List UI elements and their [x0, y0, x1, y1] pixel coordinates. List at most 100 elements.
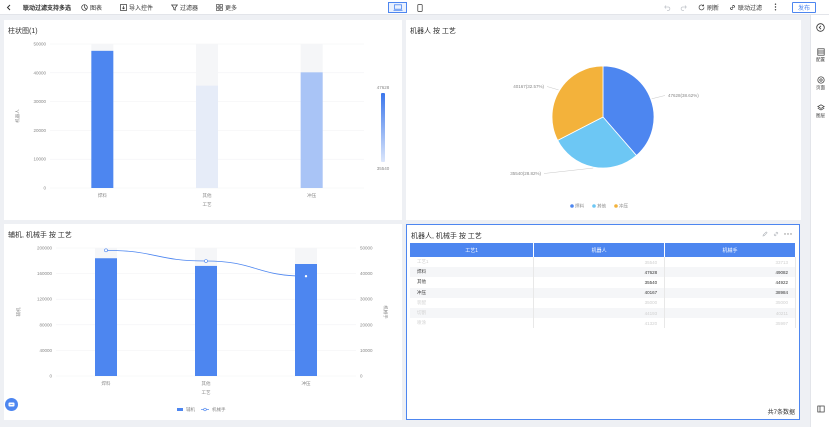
table-cell: 40167	[533, 287, 666, 298]
more-icon[interactable]	[784, 232, 792, 236]
panel-icon	[816, 405, 825, 413]
bar-chart: 0 10000 20000 30000 40000 50000 机器人焊料 其他 冲压工艺 476…	[14, 42, 390, 208]
desktop-view-button[interactable]	[388, 2, 407, 13]
table-cell: 44193	[533, 307, 666, 319]
table-row[interactable]: 工艺1 35540 33713	[410, 257, 796, 268]
sidebar-item-label: 页面	[816, 85, 825, 90]
table-row[interactable]: 喷涂 41320 35997	[410, 318, 796, 329]
filter-label: 过滤器	[180, 5, 199, 12]
table-cell: 35000	[664, 297, 796, 308]
more-button[interactable]: 更多	[216, 0, 237, 15]
y-left-axis-label: 辅机	[15, 307, 22, 316]
filter-button[interactable]: 过滤器	[171, 0, 198, 15]
bar	[195, 265, 217, 376]
import-control-button[interactable]: 导入控件	[120, 0, 153, 15]
x-axis-label: 工艺	[203, 202, 212, 207]
chat-assistant-button[interactable]	[5, 398, 18, 411]
table-row[interactable]: 装配 35000 35000	[410, 297, 796, 308]
table-row[interactable]: 冲压 40167 38984	[410, 287, 796, 298]
vertical-ellipsis-icon	[774, 3, 777, 11]
table-cell: 切割	[410, 307, 535, 319]
dashboard-title: 联动过滤支持多选	[23, 5, 72, 12]
edit-icon[interactable]	[762, 231, 768, 237]
undo-icon	[664, 4, 671, 11]
y-left-tick-label: 0	[49, 374, 52, 379]
y-tick-label: 20000	[33, 128, 46, 133]
x-tick-label: 冲压	[307, 192, 316, 199]
chevron-left-icon	[6, 4, 11, 10]
bar	[91, 50, 114, 188]
redo-icon	[680, 4, 687, 11]
table-header-row: 工艺1 机器人 机械手	[410, 243, 796, 257]
legend-label: 其他	[597, 203, 606, 210]
y-right-tick-label: 30000	[360, 297, 373, 302]
y-tick-label: 30000	[33, 99, 46, 104]
column-header[interactable]: 机械手	[664, 243, 796, 257]
visual-map-max-label: 47628	[377, 85, 390, 90]
chart-menu-label: 图表	[90, 5, 103, 12]
table-row[interactable]: 焊料 47628 49082	[410, 267, 796, 278]
y-right-tick-label: 0	[360, 374, 363, 379]
more-options-button[interactable]	[774, 0, 777, 15]
bar	[95, 258, 117, 376]
legend-label: 机械手	[212, 406, 226, 413]
mobile-icon	[417, 3, 423, 12]
table-cell: 35540	[533, 257, 666, 268]
import-icon	[120, 3, 127, 11]
filter-icon	[171, 4, 178, 11]
table-cell: 41320	[533, 318, 666, 329]
pie-label-line	[651, 95, 666, 100]
collapse-sidebar-button[interactable]	[811, 23, 829, 33]
table-cell: 装配	[410, 297, 535, 308]
visual-map-min-label: 35540	[377, 166, 390, 171]
x-tick-label: 其他	[203, 192, 212, 199]
y-right-tick-label: 10000	[360, 348, 373, 353]
layers-icon	[816, 104, 825, 111]
x-axis-label: 工艺	[202, 390, 211, 395]
arrow-left-circle-icon	[816, 23, 825, 32]
chart-menu-button[interactable]: 图表	[81, 0, 102, 15]
link-icon	[730, 4, 735, 10]
legend-marker	[570, 204, 574, 208]
legend-label: 辅机	[186, 406, 195, 413]
pie-label-line	[546, 86, 559, 91]
sidebar-item-page[interactable]: 页面	[811, 76, 829, 91]
table-row[interactable]: 切割 44193 40211	[410, 307, 796, 319]
pie-chart-panel[interactable]: 机器人 按 工艺 47628(38.62%) 35540(28.82%) 40167…	[406, 20, 801, 220]
chat-icon	[8, 402, 15, 406]
column-header[interactable]: 工艺1	[410, 243, 535, 257]
y-tick-label: 40000	[33, 70, 46, 75]
bar	[295, 264, 317, 376]
sidebar-item-layer[interactable]: 图层	[811, 104, 829, 119]
back-button[interactable]	[6, 0, 12, 15]
sidebar-item-config[interactable]: 配置	[811, 48, 829, 63]
legend-marker	[177, 408, 183, 411]
combo-chart-panel[interactable]: 辅机, 机械手 按 工艺 0 40000 80000 120000 160000 2000…	[4, 224, 402, 420]
table-cell: 33713	[664, 257, 796, 268]
pie-slice-label: 47628(38.62%)	[668, 93, 699, 98]
mobile-view-button[interactable]	[414, 2, 426, 13]
table-panel[interactable]: 机器人, 机械手 按 工艺 工艺1 机器人 机械手 工艺1 35540 33713 焊…	[406, 224, 800, 420]
table-cell: 其他	[410, 277, 535, 288]
pie-label-line	[543, 167, 594, 174]
legend-marker	[614, 204, 618, 208]
panel-actions	[762, 231, 792, 237]
refresh-icon	[698, 4, 705, 10]
linkage-filter-button[interactable]: 联动过滤	[729, 0, 762, 15]
table-body: 工艺1 35540 33713 焊料 47628 49082 其他 35540 44922 冲压 4…	[410, 257, 796, 329]
desktop-icon	[393, 4, 402, 11]
refresh-button[interactable]: 刷新	[698, 0, 719, 15]
link-icon[interactable]	[773, 231, 779, 237]
bar	[196, 85, 218, 188]
line-point	[104, 248, 108, 253]
undo-button[interactable]	[664, 0, 671, 15]
column-header[interactable]: 机器人	[533, 243, 666, 257]
toggle-panel-button[interactable]	[811, 405, 829, 414]
table-row[interactable]: 其他 35540 44922	[410, 277, 796, 288]
legend-marker	[592, 204, 596, 208]
publish-button[interactable]: 发布	[792, 2, 816, 13]
bar-chart-panel[interactable]: 柱状图(1) 0 10000 20000 30000 40000 50000 机器人 焊料 其他…	[4, 20, 402, 220]
visual-map-bar	[381, 93, 385, 162]
redo-button[interactable]	[680, 0, 687, 15]
combo-chart: 0 40000 80000 120000 160000 200000 0 10000 20000…	[15, 246, 389, 414]
